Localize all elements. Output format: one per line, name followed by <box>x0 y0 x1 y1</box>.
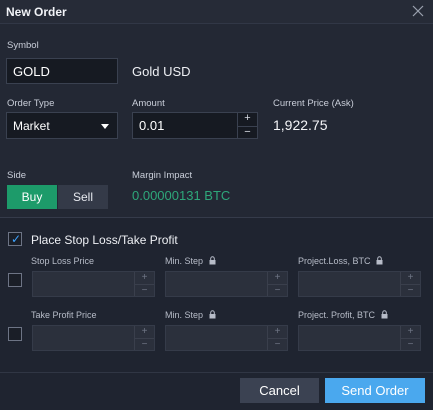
projected-loss-stepper: + − <box>400 272 420 296</box>
symbol-label: Symbol <box>7 40 39 51</box>
amount-input[interactable]: 0.01 + − <box>132 112 258 139</box>
take-profit-price-decrement-button[interactable]: − <box>135 338 154 350</box>
stop-loss-step-decrement-button[interactable]: − <box>268 284 287 296</box>
close-icon[interactable] <box>409 2 427 20</box>
title-bar: New Order <box>0 0 433 24</box>
margin-impact-value: 0.00000131 BTC <box>132 188 231 203</box>
take-profit-step-stepper: + − <box>267 326 287 350</box>
stop-loss-price-label: Stop Loss Price <box>31 256 95 266</box>
take-profit-min-step-input[interactable]: + − <box>165 325 288 351</box>
current-price-label: Current Price (Ask) <box>273 98 354 109</box>
projected-profit-input[interactable]: + − <box>298 325 421 351</box>
projected-loss-text: Project.Loss, BTC <box>298 256 371 266</box>
take-profit-min-step-text: Min. Step <box>165 310 204 320</box>
stop-loss-step-increment-button[interactable]: + <box>268 272 287 284</box>
projected-loss-input[interactable]: + − <box>298 271 421 297</box>
take-profit-step-decrement-button[interactable]: − <box>268 338 287 350</box>
take-profit-price-input[interactable]: + − <box>32 325 155 351</box>
projected-loss-decrement-button[interactable]: − <box>401 284 420 296</box>
current-price-value: 1,922.75 <box>273 117 328 133</box>
stop-loss-step-stepper: + − <box>267 272 287 296</box>
symbol-input[interactable]: GOLD <box>6 58 118 84</box>
margin-impact-label: Margin Impact <box>132 170 193 181</box>
stop-loss-price-stepper: + − <box>134 272 154 296</box>
cancel-button[interactable]: Cancel <box>240 378 319 403</box>
side-label: Side <box>7 170 27 181</box>
order-type-value: Market <box>13 118 50 133</box>
amount-decrement-button[interactable]: − <box>238 125 257 139</box>
lock-icon <box>209 256 216 265</box>
buy-button[interactable]: Buy <box>7 185 57 209</box>
take-profit-min-step-label: Min. Step <box>165 310 216 320</box>
sell-button[interactable]: Sell <box>58 185 108 209</box>
chevron-down-icon <box>101 124 109 129</box>
take-profit-price-label: Take Profit Price <box>31 310 97 320</box>
amount-value: 0.01 <box>139 118 165 133</box>
lock-icon <box>209 310 216 319</box>
amount-stepper: + − <box>237 113 257 138</box>
projected-profit-increment-button[interactable]: + <box>401 326 420 338</box>
take-profit-step-increment-button[interactable]: + <box>268 326 287 338</box>
amount-increment-button[interactable]: + <box>238 113 257 126</box>
amount-label: Amount <box>132 98 165 109</box>
stop-loss-min-step-text: Min. Step <box>165 256 204 266</box>
projected-loss-label: Project.Loss, BTC <box>298 256 383 266</box>
symbol-name: Gold USD <box>132 64 191 79</box>
stop-loss-min-step-label: Min. Step <box>165 256 216 266</box>
projected-profit-stepper: + − <box>400 326 420 350</box>
take-profit-checkbox[interactable] <box>8 327 22 341</box>
projected-profit-label: Project. Profit, BTC <box>298 310 388 320</box>
stop-loss-price-decrement-button[interactable]: − <box>135 284 154 296</box>
sltp-checkbox-label: Place Stop Loss/Take Profit <box>31 233 178 247</box>
symbol-value: GOLD <box>13 63 50 79</box>
stop-loss-price-input[interactable]: + − <box>32 271 155 297</box>
take-profit-price-stepper: + − <box>134 326 154 350</box>
checkmark-icon: ✓ <box>11 232 22 246</box>
stop-loss-price-increment-button[interactable]: + <box>135 272 154 284</box>
take-profit-price-increment-button[interactable]: + <box>135 326 154 338</box>
projected-loss-increment-button[interactable]: + <box>401 272 420 284</box>
projected-profit-text: Project. Profit, BTC <box>298 310 376 320</box>
order-type-label: Order Type <box>7 98 55 109</box>
stop-loss-checkbox[interactable] <box>8 273 22 287</box>
projected-profit-decrement-button[interactable]: − <box>401 338 420 350</box>
order-type-select[interactable]: Market <box>6 112 118 139</box>
lock-icon <box>376 256 383 265</box>
stop-loss-min-step-input[interactable]: + − <box>165 271 288 297</box>
window-title: New Order <box>6 5 67 19</box>
send-order-button[interactable]: Send Order <box>325 378 425 403</box>
lock-icon <box>381 310 388 319</box>
sltp-checkbox[interactable]: ✓ <box>8 232 22 246</box>
